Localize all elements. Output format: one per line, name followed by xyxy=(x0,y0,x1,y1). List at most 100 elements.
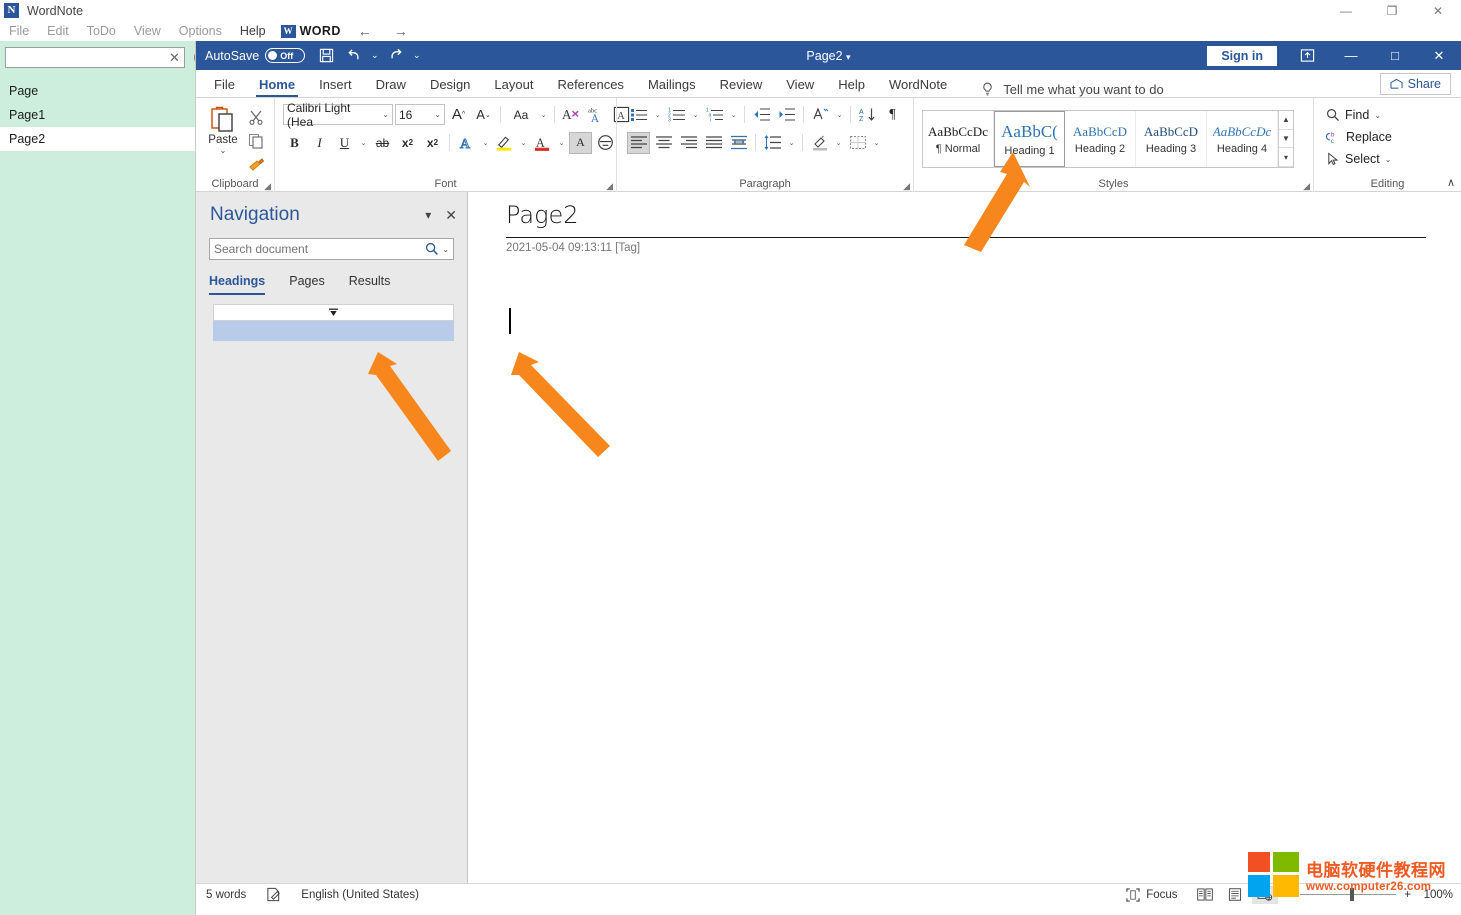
save-icon[interactable] xyxy=(314,44,339,68)
select-chevron-icon[interactable]: ⌄ xyxy=(1385,155,1392,164)
character-shading-icon[interactable]: A xyxy=(569,132,592,154)
bullets-chevron-icon[interactable]: ⌄ xyxy=(652,111,663,119)
sidebar-item-page2[interactable]: Page2 xyxy=(0,127,195,151)
nav-tab-headings[interactable]: Headings xyxy=(209,274,265,295)
tab-insert[interactable]: Insert xyxy=(307,72,364,97)
styles-scroll-up-icon[interactable]: ▲ xyxy=(1279,111,1293,130)
word-close-button[interactable]: ✕ xyxy=(1417,41,1461,70)
align-center-icon[interactable] xyxy=(652,132,675,154)
clipboard-dialog-launcher-icon[interactable]: ◢ xyxy=(264,181,271,192)
select-button[interactable]: Select ⌄ xyxy=(1326,148,1391,170)
distribute-icon[interactable] xyxy=(727,132,750,154)
style-normal[interactable]: AaBbCcDc ¶ Normal xyxy=(923,111,994,167)
autosave-control[interactable]: AutoSave Off xyxy=(205,48,305,63)
tab-layout[interactable]: Layout xyxy=(482,72,545,97)
menu-help[interactable]: Help xyxy=(231,21,275,41)
share-button[interactable]: Share xyxy=(1380,73,1451,95)
tab-wordnote[interactable]: WordNote xyxy=(877,72,959,97)
navigation-search-icon[interactable] xyxy=(425,242,439,256)
word-count[interactable]: 5 words xyxy=(196,889,256,901)
sidebar-search-box[interactable]: ✕ xyxy=(5,47,185,68)
focus-mode-button[interactable]: Focus xyxy=(1116,888,1187,902)
back-arrow-icon[interactable]: ← xyxy=(347,23,383,39)
tab-design[interactable]: Design xyxy=(418,72,482,97)
tab-view[interactable]: View xyxy=(774,72,826,97)
proofing-errors-icon[interactable] xyxy=(256,887,291,902)
tab-home[interactable]: Home xyxy=(247,72,307,97)
align-left-icon[interactable] xyxy=(627,132,650,154)
change-case-icon[interactable]: Aa xyxy=(506,104,536,126)
forward-arrow-icon[interactable]: → xyxy=(383,23,419,39)
font-dialog-launcher-icon[interactable]: ◢ xyxy=(606,181,613,192)
tab-file[interactable]: File xyxy=(202,72,247,97)
style-heading-2[interactable]: AaBbCcD Heading 2 xyxy=(1065,111,1136,167)
font-color-chevron-icon[interactable]: ⌄ xyxy=(556,139,567,147)
change-case-chevron-icon[interactable]: ⌄ xyxy=(538,111,549,119)
style-heading-1[interactable]: AaBbC( Heading 1 xyxy=(994,111,1065,167)
decrease-indent-icon[interactable] xyxy=(750,104,773,126)
multilevel-chevron-icon[interactable]: ⌄ xyxy=(728,111,739,119)
grow-font-icon[interactable]: A^ xyxy=(447,104,470,126)
print-layout-icon[interactable] xyxy=(1222,886,1248,904)
highlight-chevron-icon[interactable]: ⌄ xyxy=(518,139,529,147)
read-mode-icon[interactable] xyxy=(1192,886,1218,904)
bullets-icon[interactable] xyxy=(627,104,650,126)
paragraph-dialog-launcher-icon[interactable]: ◢ xyxy=(903,181,910,192)
navigation-search-input[interactable] xyxy=(214,242,425,256)
styles-scrollbar[interactable]: ▲ ▼ ▾ xyxy=(1278,111,1293,167)
navigation-search-box[interactable]: ⌄ xyxy=(209,238,454,260)
find-button[interactable]: Find ⌄ xyxy=(1326,104,1381,126)
styles-scroll-down-icon[interactable]: ▼ xyxy=(1279,130,1293,149)
document-heading[interactable]: Page2 xyxy=(506,201,579,229)
word-maximize-button[interactable]: □ xyxy=(1373,41,1417,70)
justify-icon[interactable] xyxy=(702,132,725,154)
customize-qat-icon[interactable]: ⌄ xyxy=(410,44,423,68)
sort-icon[interactable] xyxy=(809,104,832,126)
sidebar-search-input[interactable] xyxy=(10,51,165,65)
paste-chevron-icon[interactable]: ⌄ xyxy=(220,146,227,155)
styles-dialog-launcher-icon[interactable]: ◢ xyxy=(1303,181,1310,192)
sidebar-item-page[interactable]: Page xyxy=(0,79,195,103)
navigation-search-chevron-icon[interactable]: ⌄ xyxy=(439,245,449,254)
underline-button[interactable]: U xyxy=(333,132,356,154)
font-size-combobox[interactable]: 16 ⌄ xyxy=(395,104,445,125)
styles-more-icon[interactable]: ▾ xyxy=(1279,148,1293,167)
numbering-chevron-icon[interactable]: ⌄ xyxy=(690,111,701,119)
clear-formatting-icon[interactable]: A xyxy=(560,104,583,126)
menu-todo[interactable]: ToDo xyxy=(78,21,125,41)
word-minimize-button[interactable]: — xyxy=(1329,41,1373,70)
clear-search-icon[interactable]: ✕ xyxy=(165,50,180,66)
nav-tab-pages[interactable]: Pages xyxy=(289,274,324,295)
shading-chevron-icon[interactable]: ⌄ xyxy=(833,139,844,147)
navigation-close-icon[interactable]: ✕ xyxy=(445,207,457,224)
format-painter-icon[interactable] xyxy=(245,155,267,175)
tab-references[interactable]: References xyxy=(545,72,635,97)
italic-button[interactable]: I xyxy=(308,132,331,154)
tab-help[interactable]: Help xyxy=(826,72,877,97)
subscript-button[interactable]: x2 xyxy=(396,132,419,154)
borders-chevron-icon[interactable]: ⌄ xyxy=(871,139,882,147)
menu-options[interactable]: Options xyxy=(170,21,231,41)
font-color-icon[interactable]: A xyxy=(531,132,554,154)
show-formatting-marks-icon[interactable]: ¶ xyxy=(881,104,904,126)
wordnote-restore-button[interactable]: ❐ xyxy=(1369,0,1415,21)
navigation-heading-selected-item[interactable] xyxy=(213,321,454,341)
text-effects-icon[interactable]: A xyxy=(455,132,478,154)
autosave-toggle[interactable]: Off xyxy=(265,48,305,63)
strikethrough-button[interactable]: ab xyxy=(371,132,394,154)
tab-mailings[interactable]: Mailings xyxy=(636,72,708,97)
navigation-heading-collapsed-item[interactable] xyxy=(213,304,454,321)
copy-icon[interactable] xyxy=(245,131,267,151)
sign-in-button[interactable]: Sign in xyxy=(1207,46,1277,66)
wordnote-minimize-button[interactable]: — xyxy=(1323,0,1369,21)
ribbon-display-options-icon[interactable] xyxy=(1285,41,1329,70)
underline-chevron-icon[interactable]: ⌄ xyxy=(358,139,369,147)
sort-az-icon[interactable]: AZ xyxy=(856,104,879,126)
multilevel-list-icon[interactable]: 1ai xyxy=(703,104,726,126)
paste-button[interactable]: Paste ⌄ xyxy=(201,102,245,155)
style-heading-3[interactable]: AaBbCcD Heading 3 xyxy=(1136,111,1207,167)
font-family-combobox[interactable]: Calibri Light (Hea ⌄ xyxy=(283,104,393,125)
line-spacing-chevron-icon[interactable]: ⌄ xyxy=(786,139,797,147)
redo-icon[interactable] xyxy=(383,44,408,68)
scissors-icon[interactable] xyxy=(245,107,267,127)
